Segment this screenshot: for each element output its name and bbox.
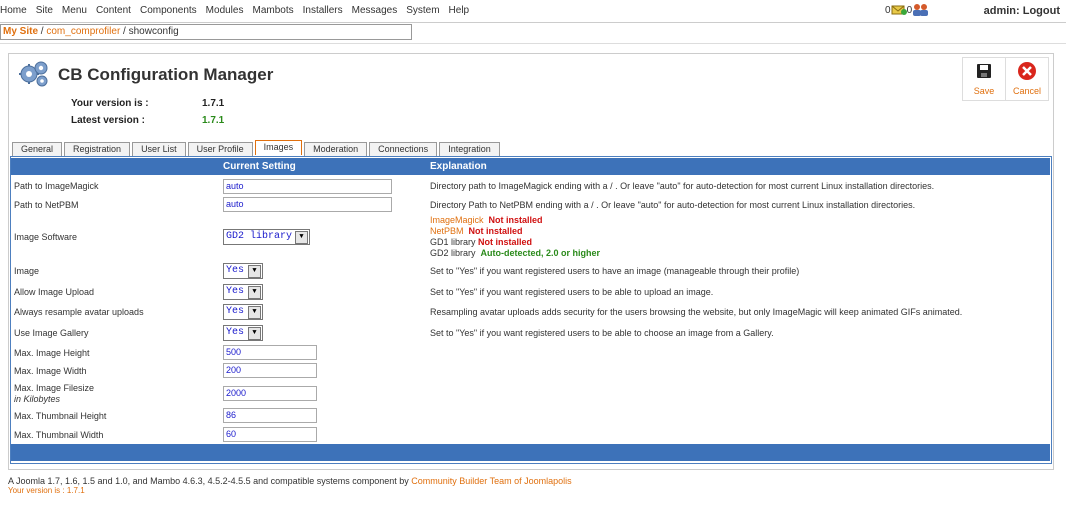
thumb-width-label: Max. Thumbnail Width <box>14 430 104 440</box>
chevron-down-icon: ▼ <box>248 286 261 299</box>
allow-upload-select[interactable]: Yes ▼ <box>223 284 263 300</box>
image-select-value: Yes <box>226 265 245 276</box>
allow-upload-label: Allow Image Upload <box>14 287 95 297</box>
lib-gd1-status: GD1 library Not installed <box>430 237 533 247</box>
menu-messages[interactable]: Messages <box>352 5 398 16</box>
menu-components[interactable]: Components <box>140 5 197 16</box>
max-height-label: Max. Image Height <box>14 348 90 358</box>
breadcrumb-home[interactable]: My Site <box>3 26 38 37</box>
netpbm-explanation: Directory Path to NetPBM ending with a /… <box>430 200 916 210</box>
image-explanation: Set to "Yes" if you want registered user… <box>430 266 800 276</box>
main-menu: Home Site Menu Content Components Module… <box>0 5 478 16</box>
lib-imagemagick-status: ImageMagick Not installed <box>430 215 543 225</box>
menu-home[interactable]: Home <box>0 5 27 16</box>
lib-gd2-status: GD2 library Auto-detected, 2.0 or higher <box>430 248 601 258</box>
config-gear-icon <box>19 61 48 87</box>
menu-installers[interactable]: Installers <box>303 5 343 16</box>
menu-help[interactable]: Help <box>449 5 470 16</box>
menu-menu[interactable]: Menu <box>62 5 87 16</box>
tab-user-profile[interactable]: User Profile <box>187 142 253 156</box>
gallery-label: Use Image Gallery <box>14 328 89 338</box>
gallery-explanation: Set to "Yes" if you want registered user… <box>430 328 774 338</box>
breadcrumb-sep: / <box>120 26 129 37</box>
tab-general[interactable]: General <box>12 142 63 156</box>
cancel-icon <box>1018 62 1036 80</box>
resample-value: Yes <box>226 306 245 317</box>
menu-site[interactable]: Site <box>36 5 53 16</box>
messages-icon[interactable] <box>891 3 907 17</box>
max-filesize-title: Max. Image Filesize <box>14 383 95 393</box>
resample-select[interactable]: Yes ▼ <box>223 304 263 320</box>
breadcrumb-current: showconfig <box>128 26 179 37</box>
max-filesize-label: Max. Image Filesize in Kilobytes <box>14 383 94 405</box>
image-software-value: GD2 library <box>226 231 293 242</box>
max-width-input[interactable]: 200 <box>223 363 317 378</box>
latest-version-value: 1.7.1 <box>202 115 225 126</box>
tab-integration[interactable]: Integration <box>439 142 500 156</box>
page-title: CB Configuration Manager <box>58 65 274 84</box>
tab-moderation[interactable]: Moderation <box>304 142 368 156</box>
chevron-down-icon: ▼ <box>248 306 261 319</box>
max-filesize-unit: in Kilobytes <box>14 394 61 404</box>
max-filesize-input[interactable]: 2000 <box>223 386 317 401</box>
chevron-down-icon: ▼ <box>248 265 261 278</box>
imagemagick-explanation: Directory path to ImageMagick ending wit… <box>430 181 935 191</box>
column-current-setting: Current Setting <box>223 161 296 172</box>
table-header <box>11 158 1050 175</box>
imagemagick-label: Path to ImageMagick <box>14 181 99 191</box>
admin-menubar: Home Site Menu Content Components Module… <box>0 0 1066 23</box>
latest-version-label: Latest version : <box>71 115 145 126</box>
footer-link[interactable]: Community Builder Team of Joomlapolis <box>411 476 571 486</box>
chevron-down-icon: ▼ <box>248 327 261 340</box>
lib-netpbm-status: NetPBM Not installed <box>430 226 523 236</box>
cancel-label: Cancel <box>1012 86 1041 96</box>
imagemagick-path-input[interactable]: auto <box>223 179 392 194</box>
chevron-down-icon: ▼ <box>295 231 308 244</box>
tab-registration[interactable]: Registration <box>64 142 131 156</box>
footer-version: Your version is : 1.7.1 <box>8 486 85 495</box>
image-select[interactable]: Yes ▼ <box>223 263 263 279</box>
status-area: 0 0 <box>885 3 930 17</box>
users-icon[interactable] <box>912 3 930 17</box>
cancel-button[interactable]: Cancel <box>1005 57 1049 101</box>
save-icon <box>977 64 991 78</box>
menu-mambots[interactable]: Mambots <box>252 5 293 16</box>
menu-system[interactable]: System <box>406 5 439 16</box>
gallery-value: Yes <box>226 327 245 338</box>
menu-content[interactable]: Content <box>96 5 131 16</box>
resample-explanation: Resampling avatar uploads adds security … <box>430 307 963 317</box>
thumb-height-input[interactable]: 86 <box>223 408 317 423</box>
footer-credits: A Joomla 1.7, 1.6, 1.5 and 1.0, and Mamb… <box>8 476 572 486</box>
thumb-height-label: Max. Thumbnail Height <box>14 411 107 421</box>
tab-connections[interactable]: Connections <box>369 142 438 156</box>
image-label: Image <box>14 266 40 276</box>
netpbm-label: Path to NetPBM <box>14 200 79 210</box>
breadcrumb-component[interactable]: com_comprofiler <box>46 26 120 37</box>
admin-logout[interactable]: admin: Logout <box>984 5 1060 17</box>
thumb-width-input[interactable]: 60 <box>223 427 317 442</box>
save-label: Save <box>973 86 995 96</box>
image-software-select[interactable]: GD2 library ▼ <box>223 229 310 245</box>
column-explanation: Explanation <box>430 161 487 172</box>
resample-label: Always resample avatar uploads <box>14 307 144 317</box>
max-width-label: Max. Image Width <box>14 366 87 376</box>
your-version-value: 1.7.1 <box>202 98 225 109</box>
allow-upload-explanation: Set to "Yes" if you want registered user… <box>430 287 714 297</box>
image-software-label: Image Software <box>14 232 78 242</box>
config-tabs: General Registration User List User Prof… <box>12 140 502 156</box>
tab-images[interactable]: Images <box>254 140 303 155</box>
footer-text: A Joomla 1.7, 1.6, 1.5 and 1.0, and Mamb… <box>8 476 412 486</box>
gallery-select[interactable]: Yes ▼ <box>223 325 263 341</box>
max-height-input[interactable]: 500 <box>223 345 317 360</box>
menu-modules[interactable]: Modules <box>206 5 244 16</box>
allow-upload-value: Yes <box>226 286 245 297</box>
tab-user-list[interactable]: User List <box>132 142 186 156</box>
your-version-label: Your version is : <box>71 98 149 109</box>
netpbm-path-input[interactable]: auto <box>223 197 392 212</box>
save-button[interactable]: Save <box>962 57 1006 101</box>
breadcrumb: My Site / com_comprofiler / showconfig <box>0 24 412 40</box>
table-footer <box>11 444 1050 461</box>
